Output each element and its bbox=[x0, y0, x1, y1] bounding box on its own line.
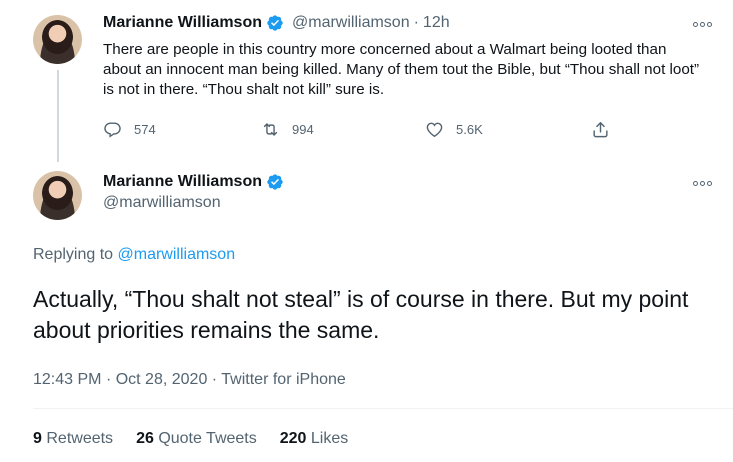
likes-count: 220 bbox=[279, 430, 307, 447]
more-icon[interactable] bbox=[693, 19, 715, 29]
verified-badge-icon bbox=[267, 174, 283, 190]
author-name-row: Marianne Williamson bbox=[103, 173, 284, 191]
replying-to: Replying to @marwilliamson bbox=[33, 246, 235, 264]
retweets-stat[interactable]: 9 Retweets bbox=[33, 430, 113, 448]
tweet1-header: Marianne Williamson @marwilliamson · 12h bbox=[103, 14, 450, 32]
author-handle[interactable]: @marwilliamson bbox=[103, 194, 284, 212]
share-icon bbox=[593, 122, 608, 138]
verified-badge-icon bbox=[267, 15, 283, 31]
retweet-button[interactable]: 994 bbox=[261, 120, 314, 139]
author-name[interactable]: Marianne Williamson bbox=[103, 14, 262, 32]
share-button[interactable] bbox=[591, 120, 610, 139]
quote-tweets-count: 26 bbox=[136, 430, 154, 447]
tweet-source[interactable]: Twitter for iPhone bbox=[221, 371, 346, 388]
avatar[interactable] bbox=[33, 15, 82, 64]
reply-icon bbox=[104, 122, 121, 138]
quote-tweets-label: Quote Tweets bbox=[158, 430, 257, 447]
separator-dot: · bbox=[105, 371, 112, 388]
more-icon[interactable] bbox=[693, 178, 715, 188]
reply-button[interactable]: 574 bbox=[103, 120, 156, 139]
like-count: 5.6K bbox=[456, 122, 483, 137]
tweet-thread: Marianne Williamson @marwilliamson · 12h… bbox=[0, 0, 733, 462]
retweet-count: 994 bbox=[292, 122, 314, 137]
replying-to-link[interactable]: @marwilliamson bbox=[118, 246, 236, 263]
tweet-meta: 12:43 PM · Oct 28, 2020 · Twitter for iP… bbox=[33, 371, 346, 389]
author-name[interactable]: Marianne Williamson bbox=[103, 173, 262, 191]
tweet2-header: Marianne Williamson @marwilliamson bbox=[103, 173, 284, 212]
like-icon bbox=[426, 122, 443, 138]
avatar[interactable] bbox=[33, 171, 82, 220]
tweet-text: There are people in this country more co… bbox=[103, 41, 700, 98]
likes-label: Likes bbox=[310, 430, 349, 447]
author-handle[interactable]: @marwilliamson bbox=[292, 14, 410, 32]
retweet-icon bbox=[263, 123, 278, 136]
tweet-stats: 9 Retweets 26 Quote Tweets 220 Likes bbox=[33, 430, 348, 448]
tweet-date[interactable]: Oct 28, 2020 bbox=[116, 371, 208, 388]
tweet-time[interactable]: 12h bbox=[423, 14, 450, 32]
quote-tweets-stat[interactable]: 26 Quote Tweets bbox=[136, 430, 257, 448]
replying-to-label: Replying to bbox=[33, 246, 114, 263]
retweets-label: Retweets bbox=[46, 430, 114, 447]
separator-dot: · bbox=[413, 14, 419, 31]
thread-connector-line bbox=[57, 70, 59, 162]
likes-stat[interactable]: 220 Likes bbox=[280, 430, 349, 448]
tweet-timestamp[interactable]: 12:43 PM bbox=[33, 371, 101, 388]
divider bbox=[33, 408, 733, 409]
separator-dot: · bbox=[211, 371, 218, 388]
reply-count: 574 bbox=[134, 122, 156, 137]
retweets-count: 9 bbox=[33, 430, 42, 447]
tweet-text: Actually, “Thou shalt not steal” is of c… bbox=[33, 286, 689, 343]
like-button[interactable]: 5.6K bbox=[425, 120, 483, 139]
